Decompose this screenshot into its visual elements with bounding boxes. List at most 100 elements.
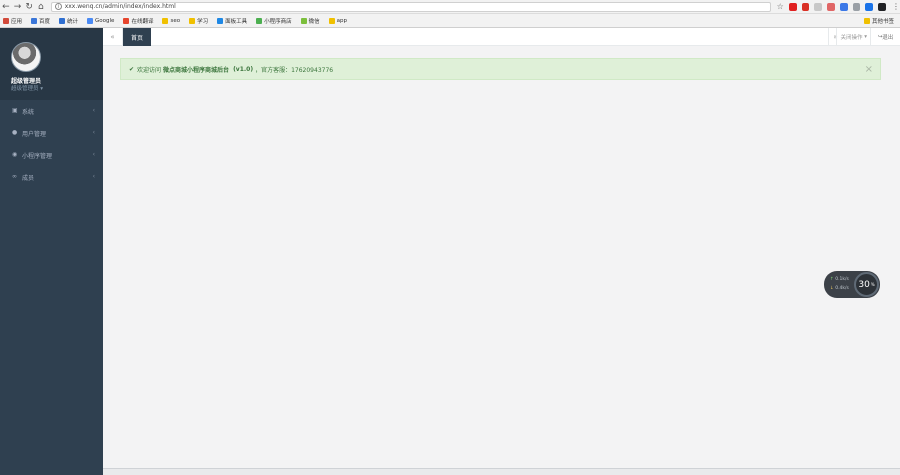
welcome-alert: ✔ 欢迎访问 微点商城小程序商城后台 (v1.0) ，官方客服：17620943… xyxy=(120,58,881,80)
bookmark-apps[interactable]: 应用 xyxy=(3,17,22,25)
upload-speed: ↑ 0.1k/s xyxy=(830,277,849,282)
alert-prefix: 欢迎访问 xyxy=(137,66,162,74)
chevron-left-icon: ‹ xyxy=(92,107,95,114)
bookmark-miniapp-store[interactable]: 小程序商店 xyxy=(256,17,292,25)
wechat-icon xyxy=(300,17,307,24)
alert-title: 微点商城小程序商城后台 xyxy=(163,66,230,74)
bookmark-label: 应用 xyxy=(11,18,23,25)
extension-red-icon[interactable] xyxy=(801,2,810,11)
folder-icon xyxy=(189,17,196,24)
bookmark-translate[interactable]: 在线翻译 xyxy=(123,17,153,25)
extension-light-icon[interactable] xyxy=(852,2,861,11)
sidebar-item-label: 成员 xyxy=(22,174,35,182)
close-icon[interactable]: × xyxy=(865,64,873,75)
download-speed-value: 0.4k/s xyxy=(835,286,849,291)
forward-icon[interactable]: → xyxy=(12,1,24,13)
share-icon: ∞ xyxy=(12,173,17,180)
folder-icon xyxy=(863,17,870,24)
bookmark-app[interactable]: app xyxy=(328,17,348,24)
bookmark-panel-tools[interactable]: 面板工具 xyxy=(217,17,247,25)
chevron-left-icon: ‹ xyxy=(92,173,95,180)
alert-version: (v1.0) xyxy=(233,65,254,73)
apps-grid-icon xyxy=(3,17,9,24)
bookmarks-bar: 应用 百度 统计 Google 在线翻译 seo 学习 面板工具 小程序商店 微… xyxy=(0,14,900,28)
bookmark-wechat[interactable]: 微信 xyxy=(300,17,320,25)
profile-role: 超级管理员 xyxy=(11,86,39,92)
bookmark-label: 百度 xyxy=(39,18,51,25)
wechat-icon: ◉ xyxy=(12,151,18,158)
reload-icon[interactable]: ↻ xyxy=(23,1,35,13)
bookmark-star-icon[interactable]: ☆ xyxy=(777,2,784,11)
upload-speed-value: 0.1k/s xyxy=(835,277,849,282)
bookmark-stats[interactable]: 统计 xyxy=(59,17,78,25)
close-operations-label: 关闭操作 xyxy=(840,35,863,41)
sidebar: 超级管理员 超级管理员 ▾ ▣ 系统 ‹ ● 用户管理 ‹ ◉ 小程序管理 ‹ … xyxy=(0,28,103,475)
bookmark-label: Google xyxy=(95,17,115,24)
store-icon xyxy=(256,17,263,24)
bookmark-google[interactable]: Google xyxy=(87,17,115,24)
double-chevron-left-icon: « xyxy=(110,33,115,41)
home-icon[interactable]: ⌂ xyxy=(35,1,47,13)
logout-label: 退出 xyxy=(882,35,894,41)
extension-s-icon[interactable] xyxy=(865,2,874,11)
profile-panel: 超级管理员 超级管理员 ▾ xyxy=(0,28,103,100)
address-input[interactable]: i xxx.wenq.cn/admin/index/index.html xyxy=(50,1,771,12)
desktop-icon: ▣ xyxy=(12,107,18,114)
baidu-icon xyxy=(31,17,38,24)
extension-opera-icon[interactable] xyxy=(788,2,797,11)
download-speed: ↓ 0.4k/s xyxy=(830,286,849,291)
stats-icon xyxy=(59,17,66,24)
bookmark-baidu[interactable]: 百度 xyxy=(31,17,50,25)
sidebar-item-user-management[interactable]: ● 用户管理 ‹ xyxy=(0,122,103,144)
network-speed-widget[interactable]: ↑ 0.1k/s ↓ 0.4k/s 30% xyxy=(824,271,880,298)
check-icon: ✔ xyxy=(129,65,135,73)
sidebar-item-label: 系统 xyxy=(22,108,35,116)
user-icon: ● xyxy=(12,129,18,136)
folder-icon xyxy=(162,17,169,24)
translate-icon xyxy=(123,17,130,24)
chevron-left-icon: ‹ xyxy=(92,129,95,136)
sidebar-item-system[interactable]: ▣ 系统 ‹ xyxy=(0,100,103,122)
bookmark-label: 在线翻译 xyxy=(131,18,154,25)
extension-gray-icon[interactable] xyxy=(814,2,823,11)
alert-contact: ，官方客服：17620943776 xyxy=(255,66,334,74)
bookmark-study[interactable]: 学习 xyxy=(189,17,208,25)
avatar[interactable] xyxy=(11,42,41,72)
caret-down-icon: ▾ xyxy=(864,34,867,40)
bookmark-seo[interactable]: seo xyxy=(162,17,181,24)
bookmark-label: 其他书签 xyxy=(871,18,894,25)
bookmark-label: 微信 xyxy=(308,18,320,25)
profile-role-dropdown[interactable]: 超级管理员 ▾ xyxy=(11,84,43,92)
bookmark-label: seo xyxy=(170,17,181,24)
extension-blue-icon[interactable] xyxy=(839,2,848,11)
sidebar-item-members[interactable]: ∞ 成员 ‹ xyxy=(0,166,103,188)
browser-menu-icon[interactable]: ⋮ xyxy=(892,2,900,11)
bookmark-label: 统计 xyxy=(67,18,79,25)
back-icon[interactable]: ← xyxy=(0,1,12,13)
address-text: xxx.wenq.cn/admin/index/index.html xyxy=(64,3,176,10)
usage-gauge: 30% xyxy=(854,272,879,297)
down-arrow-icon: ↓ xyxy=(830,286,834,291)
gauge-unit: % xyxy=(870,282,875,287)
chevron-left-icon: ‹ xyxy=(92,151,95,158)
close-operations-dropdown[interactable]: 关闭操作 ▾ xyxy=(836,28,870,46)
tab-home[interactable]: 首页 xyxy=(123,28,151,46)
extension-pink-icon[interactable] xyxy=(827,2,835,11)
info-icon[interactable]: i xyxy=(54,3,62,10)
bookmark-label: 学习 xyxy=(197,18,209,25)
tab-bar: « 首页 » 关闭操作 ▾ ↪ 退出 xyxy=(103,28,900,46)
up-arrow-icon: ↑ xyxy=(830,277,834,282)
bookmark-label: 面板工具 xyxy=(225,18,248,25)
logout-button[interactable]: ↪ 退出 xyxy=(870,28,900,46)
tabs-scroll-left-button[interactable]: « xyxy=(103,28,123,46)
sidebar-item-label: 小程序管理 xyxy=(22,152,53,160)
sidebar-item-label: 用户管理 xyxy=(22,130,47,138)
tab-label: 首页 xyxy=(130,34,143,42)
extension-dark-icon[interactable] xyxy=(878,2,886,11)
browser-toolbar: ← → ↻ ⌂ i xxx.wenq.cn/admin/index/index.… xyxy=(0,0,900,14)
panel-icon xyxy=(217,17,224,24)
bookmark-other[interactable]: 其他书签 xyxy=(863,17,894,25)
bookmark-label: 小程序商店 xyxy=(264,18,292,25)
sidebar-item-miniapp-management[interactable]: ◉ 小程序管理 ‹ xyxy=(0,144,103,166)
bookmark-label: app xyxy=(336,17,348,24)
